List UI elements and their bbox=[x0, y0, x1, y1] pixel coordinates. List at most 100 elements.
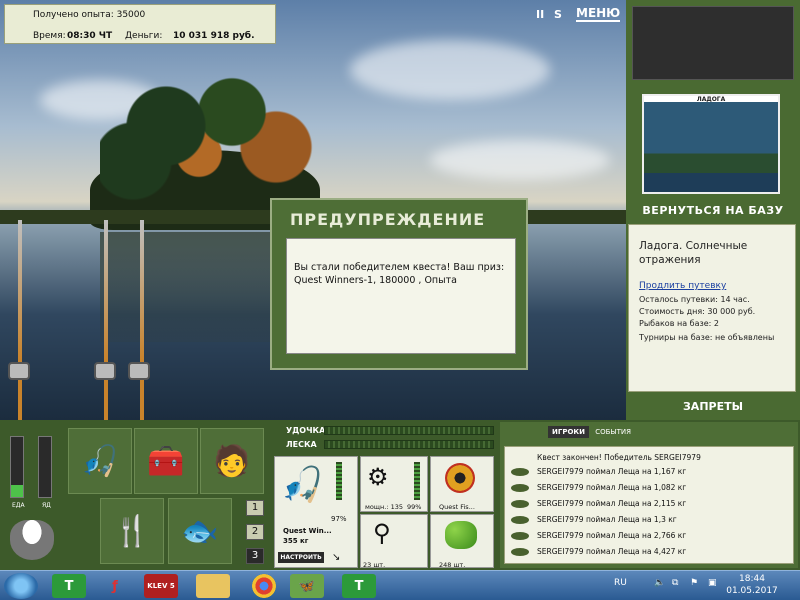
quest-ended-message: Квест закончен! Победитель SERGEI7979 bbox=[537, 453, 701, 462]
line-label: ЛЕСКА bbox=[286, 440, 317, 449]
fish-icon bbox=[511, 532, 529, 540]
list-item: SERGEI7979 поймал Леща на 2,766 кг bbox=[511, 531, 791, 545]
hook-count: 23 шт. bbox=[363, 561, 386, 569]
time-value: 08:30 ЧТ bbox=[67, 31, 113, 41]
warning-dialog[interactable]: ПРЕДУПРЕЖДЕНИЕ Вы стали победителем квес… bbox=[270, 198, 528, 370]
page-button-2[interactable]: 2 bbox=[246, 524, 264, 540]
list-item: SERGEI7979 поймал Леща на 4,427 кг bbox=[511, 547, 791, 561]
taskbar-app-fl[interactable]: ƒ bbox=[98, 574, 132, 598]
clock-time: 18:44 bbox=[739, 574, 765, 584]
line-spool-icon bbox=[445, 463, 475, 493]
rod-weight: 355 кг bbox=[283, 537, 309, 545]
poison-label: ЯД bbox=[42, 502, 51, 509]
fish-icon bbox=[511, 468, 529, 476]
location-thumbnail: ЛАДОГА bbox=[642, 94, 780, 194]
bait-count: 248 шт. bbox=[439, 561, 466, 569]
game-window: Получено опыта: 35000 Время: 08:30 ЧТ Де… bbox=[0, 0, 800, 600]
fish-icon bbox=[511, 500, 529, 508]
day-cost: Стоимость дня: 30 000 руб. bbox=[639, 307, 756, 316]
knife-fork-icon: 🍴 bbox=[113, 513, 151, 549]
reel-wear-bar bbox=[414, 462, 420, 500]
language-indicator[interactable]: RU bbox=[614, 578, 627, 588]
reel-power: мощн.: 135 bbox=[365, 503, 403, 511]
permit-remaining: Осталось путевки: 14 час. bbox=[639, 295, 750, 304]
line-name: Quest Fis... bbox=[439, 503, 475, 511]
location-title: Ладога. Солнечные отражения bbox=[639, 240, 748, 266]
menu-button[interactable]: МЕНЮ bbox=[576, 6, 621, 22]
time-label: Время: bbox=[33, 31, 66, 41]
tab-events[interactable]: СОБЫТИЯ bbox=[591, 426, 635, 438]
network-icon[interactable]: ⧉ bbox=[672, 578, 678, 588]
fishing-rod-3[interactable] bbox=[140, 220, 144, 420]
tab-players[interactable]: ИГРОКИ bbox=[548, 426, 589, 438]
taskbar: T ƒ KLEV 5 🦋 T RU 🔈 ⧉ ⚑ ▣ 18:44 01.05.20… bbox=[0, 570, 800, 600]
fish-icon bbox=[511, 516, 529, 524]
line-slot[interactable]: Quest Fis... bbox=[430, 456, 494, 512]
fish-tile[interactable]: 🐟 bbox=[168, 498, 232, 564]
volume-icon[interactable]: 🔈 bbox=[654, 578, 665, 588]
peas-icon bbox=[445, 521, 477, 549]
line-strength-bar bbox=[324, 440, 494, 449]
fish-icon bbox=[511, 548, 529, 556]
fisherman-tile[interactable]: 🧑 bbox=[200, 428, 264, 494]
page-button-3[interactable]: 3 bbox=[246, 548, 264, 564]
reel-icon bbox=[128, 362, 150, 380]
event-log: ИГРОКИ СОБЫТИЯ Квест закончен! Победител… bbox=[500, 422, 798, 568]
rods-tile[interactable]: 🎣 bbox=[68, 428, 132, 494]
rod-percent: 97% bbox=[331, 515, 347, 523]
location-info: Ладога. Солнечные отражения Продлить пут… bbox=[628, 224, 796, 392]
page-button-1[interactable]: 1 bbox=[246, 500, 264, 516]
hook-icon: ⚲ bbox=[373, 519, 391, 547]
pot-icon[interactable] bbox=[10, 520, 54, 560]
tackle-box-tile[interactable]: 🧰 bbox=[134, 428, 198, 494]
tournaments: Турниры на базе: не объявлены bbox=[639, 333, 775, 342]
clock-date: 01.05.2017 bbox=[726, 586, 778, 596]
notification-icon[interactable]: ▣ bbox=[708, 578, 717, 588]
list-item: SERGEI7979 поймал Леща на 2,115 кг bbox=[511, 499, 791, 513]
reel-icon bbox=[94, 362, 116, 380]
money-label: Деньги: bbox=[125, 31, 163, 41]
money-value: 10 031 918 руб. bbox=[173, 31, 255, 41]
food-tile[interactable]: 🍴 bbox=[100, 498, 164, 564]
taskbar-app-t1[interactable]: T bbox=[52, 574, 86, 598]
flag-icon[interactable]: ⚑ bbox=[690, 578, 698, 588]
pause-button[interactable]: II bbox=[536, 8, 544, 22]
taskbar-app-klev[interactable]: KLEV 5 bbox=[144, 574, 178, 598]
experience-text: Получено опыта: 35000 bbox=[33, 10, 146, 20]
dialog-title: ПРЕДУПРЕЖДЕНИЕ bbox=[290, 210, 486, 229]
butterfly-icon[interactable]: 🦋 bbox=[290, 574, 324, 598]
fisherman-icon: 🧑 bbox=[213, 443, 251, 479]
rod-name: Quest Win... bbox=[283, 527, 332, 535]
fish-icon bbox=[511, 484, 529, 492]
bans-button[interactable]: ЗАПРЕТЫ bbox=[626, 400, 800, 413]
return-to-base-button[interactable]: ВЕРНУТЬСЯ НА БАЗУ bbox=[626, 204, 800, 217]
reel-percent: 99% bbox=[407, 503, 422, 511]
fish-icon: 🐟 bbox=[181, 513, 219, 549]
rod-icon: 🎣 bbox=[81, 443, 119, 479]
taskbar-app-t2[interactable]: T bbox=[342, 574, 376, 598]
reel-icon: ⚙ bbox=[367, 463, 389, 491]
clock[interactable]: 18:44 01.05.2017 bbox=[724, 573, 780, 597]
hook-slot[interactable]: ⚲ 23 шт. bbox=[360, 514, 428, 569]
arrow-icon: ↘ bbox=[332, 552, 341, 563]
list-item: SERGEI7979 поймал Леща на 1,167 кг bbox=[511, 467, 791, 481]
food-gauge bbox=[10, 436, 24, 498]
bait-slot[interactable]: 248 шт. bbox=[430, 514, 494, 569]
sound-button[interactable]: S bbox=[554, 8, 562, 22]
rod-strength-bar bbox=[324, 426, 494, 435]
log-window: Квест закончен! Победитель SERGEI7979 SE… bbox=[504, 446, 794, 564]
setup-button[interactable]: НАСТРОИТЬ bbox=[278, 552, 324, 563]
thumbnail-label: ЛАДОГА bbox=[696, 96, 726, 103]
reel-icon bbox=[8, 362, 30, 380]
rod-label: УДОЧКА bbox=[286, 426, 326, 435]
rod-icon: 🎣 bbox=[281, 465, 324, 505]
folder-icon[interactable] bbox=[196, 574, 230, 598]
fishing-rod-2[interactable] bbox=[104, 220, 108, 420]
fishing-rod-1[interactable] bbox=[18, 220, 22, 420]
start-button[interactable] bbox=[4, 573, 38, 599]
extend-permit-link[interactable]: Продлить путевку bbox=[639, 281, 726, 291]
chrome-icon[interactable] bbox=[252, 574, 276, 598]
minimap-box bbox=[632, 6, 794, 80]
poison-gauge bbox=[38, 436, 52, 498]
list-item: SERGEI7979 поймал Леща на 1,3 кг bbox=[511, 515, 791, 529]
